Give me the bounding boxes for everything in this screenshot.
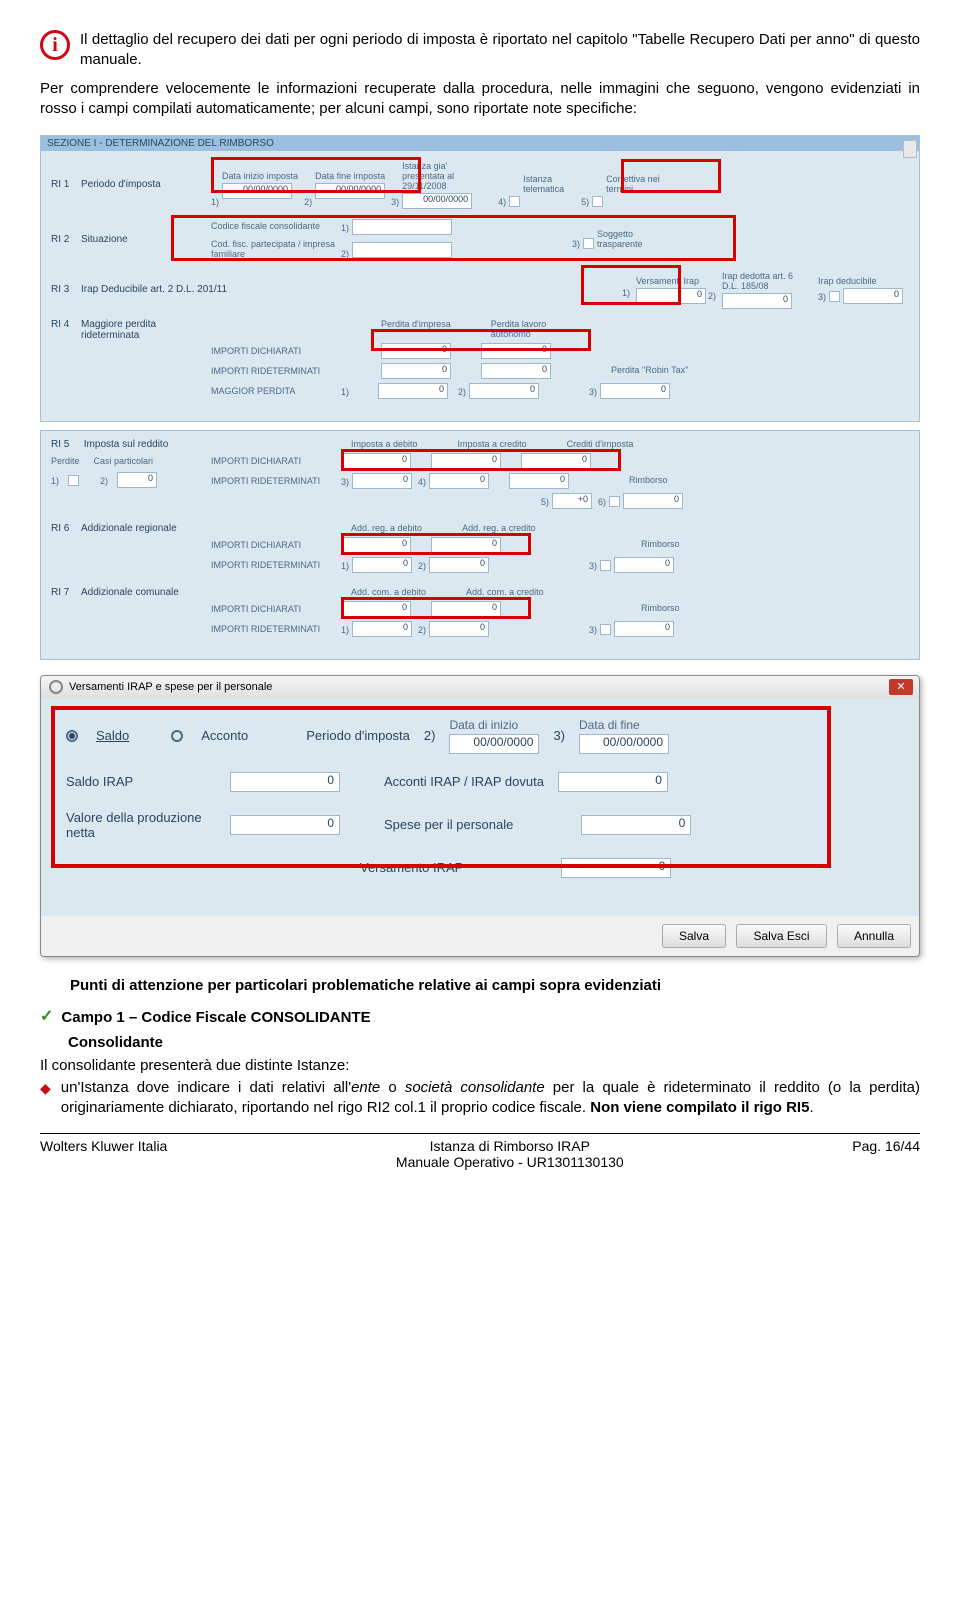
ri5-d-ci[interactable]: 0 <box>521 453 591 469</box>
ri2-cf-consolidante[interactable] <box>352 219 452 235</box>
salva-esci-button[interactable]: Salva Esci <box>736 924 826 948</box>
saldo-irap-input[interactable]: 0 <box>230 772 340 792</box>
page-footer: Wolters Kluwer Italia Istanza di Rimbors… <box>40 1133 920 1170</box>
ri5-d-cred[interactable]: 0 <box>431 453 501 469</box>
ri7-r-2[interactable]: 0 <box>429 621 489 637</box>
ri5-r-4[interactable]: 0 <box>429 473 489 489</box>
versamento-input[interactable]: 0 <box>561 858 671 878</box>
ri6-code: RI 6 <box>51 523 81 534</box>
ri3-deducibile-check[interactable] <box>829 291 840 302</box>
intro-paragraph: Per comprendere velocemente le informazi… <box>40 79 920 120</box>
ri3-code: RI 3 <box>51 284 81 295</box>
periodo-fine[interactable]: 00/00/0000 <box>579 734 669 754</box>
close-icon[interactable]: ✕ <box>889 679 913 695</box>
ri1-istanza-gia[interactable]: 00/00/0000 <box>402 193 472 209</box>
ri3-deducibile[interactable]: 0 <box>843 288 903 304</box>
ri1-istanza-telematica-check[interactable] <box>509 196 520 207</box>
check-icon: ✓ <box>40 1009 53 1025</box>
ri5-perdite-check[interactable] <box>68 475 79 486</box>
ri4-dich-impresa[interactable]: 0 <box>381 343 451 359</box>
ri4-dich-autonomo[interactable]: 0 <box>481 343 551 359</box>
ri5-code: RI 5 <box>51 439 81 450</box>
ri2-desc: Situazione <box>81 234 211 245</box>
ri7-rimborso[interactable]: 0 <box>614 621 674 637</box>
info-icon: i <box>40 30 70 60</box>
ri1-desc: Periodo d'imposta <box>81 179 211 190</box>
ri4-mag-1[interactable]: 0 <box>378 383 448 399</box>
ri7-d-cred[interactable]: 0 <box>431 601 501 617</box>
dialog-title-text: Versamenti IRAP e spese per il personale <box>69 681 272 693</box>
ri5-rimborso[interactable]: 0 <box>623 493 683 509</box>
footer-left: Wolters Kluwer Italia <box>40 1138 167 1170</box>
ri4-rid-impresa[interactable]: 0 <box>381 363 451 379</box>
campo1-heading: Campo 1 – Codice Fiscale CONSOLIDANTE <box>61 1009 370 1026</box>
ri7-desc: Addizionale comunale <box>81 587 211 598</box>
attention-title: Punti di attenzione per particolari prob… <box>70 977 920 994</box>
periodo-inizio[interactable]: 00/00/0000 <box>449 734 539 754</box>
ri1-code: RI 1 <box>51 179 81 190</box>
form-section-2: RI 5 Imposta sul reddito PerditeCasi par… <box>40 430 920 660</box>
consolidante-heading: Consolidante <box>68 1034 920 1051</box>
ri7-r-1[interactable]: 0 <box>352 621 412 637</box>
section-title: SEZIONE I - DETERMINAZIONE DEL RIMBORSO <box>41 136 919 151</box>
salva-button[interactable]: Salva <box>662 924 726 948</box>
versamenti-dialog: Versamenti IRAP e spese per il personale… <box>40 675 920 957</box>
ri5-desc: Imposta sul reddito <box>84 439 169 450</box>
ri5-r-ci[interactable]: 0 <box>509 473 569 489</box>
ri5-d-deb[interactable]: 0 <box>341 453 411 469</box>
ri2-soggetto-check[interactable] <box>583 238 594 249</box>
bullet-text: un'Istanza dove indicare i dati relativi… <box>61 1078 920 1119</box>
ri1-correttiva-check[interactable] <box>592 196 603 207</box>
ri6-d-cred[interactable]: 0 <box>431 537 501 553</box>
ri1-data-inizio[interactable]: 00/00/0000 <box>222 183 292 199</box>
ri3-dedotta[interactable]: 0 <box>722 293 792 309</box>
ri6-d-deb[interactable]: 0 <box>341 537 411 553</box>
footer-center1: Istanza di Rimborso IRAP <box>167 1138 852 1154</box>
ri5-5[interactable]: +0 <box>552 493 592 509</box>
annulla-button[interactable]: Annulla <box>837 924 911 948</box>
bullet-icon: ◆ <box>40 1078 51 1099</box>
ri6-r-1[interactable]: 0 <box>352 557 412 573</box>
list-intro: Il consolidante presenterà due distinte … <box>40 1057 920 1074</box>
ri2-cf-partecipata[interactable] <box>352 242 452 258</box>
ri4-desc: Maggiore perdita rideterminata <box>81 319 211 341</box>
ri3-desc: Irap Deducibile art. 2 D.L. 201/11 <box>81 284 251 295</box>
info-text: Il dettaglio del recupero dei dati per o… <box>80 30 920 69</box>
spese-input[interactable]: 0 <box>581 815 691 835</box>
ri2-code: RI 2 <box>51 234 81 245</box>
ri3-versamenti[interactable]: 0 <box>636 288 706 304</box>
ri4-rid-autonomo[interactable]: 0 <box>481 363 551 379</box>
ri7-d-deb[interactable]: 0 <box>341 601 411 617</box>
ri6-3-check[interactable] <box>600 560 611 571</box>
ri1-data-fine[interactable]: 00/00/0000 <box>315 183 385 199</box>
ri6-desc: Addizionale regionale <box>81 523 211 534</box>
form-section-1: SEZIONE I - DETERMINAZIONE DEL RIMBORSO … <box>40 135 920 422</box>
dialog-icon <box>49 680 63 694</box>
scrollbar[interactable] <box>903 140 917 158</box>
footer-center2: Manuale Operativo - UR1301130130 <box>167 1154 852 1170</box>
ri4-mag-2[interactable]: 0 <box>469 383 539 399</box>
ri6-r-2[interactable]: 0 <box>429 557 489 573</box>
ri4-mag-3[interactable]: 0 <box>600 383 670 399</box>
ri7-code: RI 7 <box>51 587 81 598</box>
ri5-r-3[interactable]: 0 <box>352 473 412 489</box>
saldo-radio[interactable] <box>66 730 78 742</box>
ri6-rimborso[interactable]: 0 <box>614 557 674 573</box>
ri5-casi[interactable]: 0 <box>117 472 157 488</box>
valore-input[interactable]: 0 <box>230 815 340 835</box>
footer-right: Pag. 16/44 <box>852 1138 920 1170</box>
ri5-6-check[interactable] <box>609 496 620 507</box>
acconti-input[interactable]: 0 <box>558 772 668 792</box>
ri7-3-check[interactable] <box>600 624 611 635</box>
ri4-code: RI 4 <box>51 319 81 330</box>
acconto-radio[interactable] <box>171 730 183 742</box>
